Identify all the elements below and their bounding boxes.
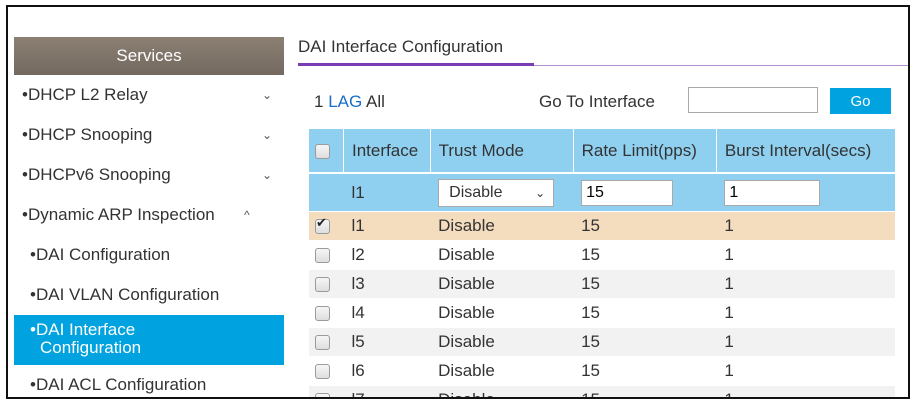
- go-button[interactable]: Go: [830, 88, 891, 114]
- cell-rate-limit: 15: [573, 327, 717, 357]
- sidebar-subitem-dai-interface-configuration[interactable]: •DAI Interface Configuration: [14, 315, 284, 365]
- table-row[interactable]: l4 Disable 15 1: [309, 298, 895, 328]
- cell-rate-limit: 15: [573, 385, 717, 397]
- interface-filter: 1 LAG All: [314, 89, 385, 115]
- cell-burst-interval: 1: [716, 356, 895, 386]
- cell-interface: l1: [343, 211, 431, 241]
- sidebar-subitem-dai-configuration[interactable]: •DAI Configuration: [14, 235, 284, 275]
- cell-interface: l7: [343, 385, 431, 397]
- cell-interface: l3: [343, 269, 431, 299]
- column-header-rate-limit[interactable]: Rate Limit(pps): [573, 129, 717, 173]
- page-title: DAI Interface Configuration: [298, 37, 504, 56]
- trust-mode-select[interactable]: Disable ⌄: [438, 178, 555, 207]
- sidebar-subitem-label-line1: DAI Interface: [35, 320, 136, 339]
- cell-rate-limit: 15: [573, 356, 717, 386]
- cell-trust-mode: Disable: [430, 269, 574, 299]
- sidebar-subitem-dai-acl-configuration[interactable]: •DAI ACL Configuration: [14, 365, 284, 397]
- sidebar-item-dhcp-snooping[interactable]: •DHCP Snooping ⌄: [14, 115, 284, 155]
- app-frame: Services •DHCP L2 Relay ⌄ •DHCP Snooping…: [6, 5, 910, 399]
- cell-trust-mode: Disable: [430, 211, 574, 241]
- table-row[interactable]: l6 Disable 15 1: [309, 356, 895, 386]
- sidebar-item-label: Dynamic ARP Inspection: [27, 205, 215, 224]
- sidebar: Services •DHCP L2 Relay ⌄ •DHCP Snooping…: [14, 37, 284, 397]
- goto-interface-label: Go To Interface: [539, 92, 655, 111]
- cell-burst-interval: 1: [716, 327, 895, 357]
- rate-limit-input[interactable]: [581, 179, 674, 206]
- title-underline: [298, 63, 534, 66]
- sidebar-subitem-dai-vlan-configuration[interactable]: •DAI VLAN Configuration: [14, 275, 284, 315]
- trust-mode-value: Disable: [449, 183, 503, 201]
- row-checkbox[interactable]: [315, 393, 330, 397]
- cell-rate-limit: 15: [573, 269, 717, 299]
- sidebar-header: Services: [14, 37, 284, 75]
- table-edit-row: l1 Disable ⌄: [309, 172, 895, 212]
- cell-burst-interval: 1: [716, 211, 895, 241]
- burst-interval-input[interactable]: [724, 179, 821, 206]
- cell-interface: l4: [343, 298, 431, 328]
- sidebar-item-label: DHCP L2 Relay: [27, 85, 148, 104]
- cell-rate-limit: 15: [573, 240, 717, 270]
- dai-interface-table: Interface Trust Mode Rate Limit(pps) Bur…: [309, 129, 895, 397]
- cell-burst-interval: 1: [716, 269, 895, 299]
- cell-rate-limit: 15: [573, 298, 717, 328]
- cell-trust-mode: Disable: [430, 356, 574, 386]
- sidebar-item-dhcp-l2-relay[interactable]: •DHCP L2 Relay ⌄: [14, 75, 284, 115]
- sidebar-subitem-label: DAI ACL Configuration: [35, 375, 207, 394]
- sidebar-item-label: DHCP Snooping: [27, 125, 153, 144]
- table-row[interactable]: l2 Disable 15 1: [309, 240, 895, 270]
- cell-burst-interval: 1: [716, 240, 895, 270]
- chevron-down-icon: ⌄: [535, 185, 546, 200]
- row-checkbox[interactable]: [315, 364, 330, 380]
- row-checkbox[interactable]: [315, 216, 330, 235]
- cell-trust-mode: Disable: [430, 298, 574, 328]
- edit-interface: l1: [343, 172, 431, 212]
- cell-trust-mode: Disable: [430, 385, 574, 397]
- filter-lag-link[interactable]: LAG: [328, 92, 362, 111]
- cell-interface: l5: [343, 327, 431, 357]
- select-all-checkbox[interactable]: [315, 143, 330, 159]
- cell-interface: l2: [343, 240, 431, 270]
- row-checkbox[interactable]: [315, 277, 330, 293]
- filter-unit-1[interactable]: 1: [314, 92, 323, 111]
- cell-burst-interval: 1: [716, 385, 895, 397]
- column-header-burst-interval[interactable]: Burst Interval(secs): [716, 129, 895, 173]
- table-row[interactable]: l5 Disable 15 1: [309, 327, 895, 357]
- chevron-down-icon[interactable]: ⌄: [262, 75, 272, 115]
- select-all-cell: [309, 129, 344, 173]
- row-checkbox[interactable]: [315, 306, 330, 322]
- sidebar-subitem-label-line2: Configuration: [40, 338, 142, 357]
- chevron-down-icon[interactable]: ⌄: [262, 155, 272, 195]
- cell-trust-mode: Disable: [430, 327, 574, 357]
- cell-trust-mode: Disable: [430, 240, 574, 270]
- chevron-up-icon[interactable]: ^: [244, 195, 250, 235]
- table-header-row: Interface Trust Mode Rate Limit(pps) Bur…: [309, 129, 895, 173]
- row-checkbox[interactable]: [315, 335, 330, 351]
- row-checkbox[interactable]: [315, 248, 330, 264]
- cell-interface: l6: [343, 356, 431, 386]
- chevron-down-icon[interactable]: ⌄: [262, 115, 272, 155]
- cell-rate-limit: 15: [573, 211, 717, 241]
- sidebar-subitem-label: DAI Configuration: [35, 245, 171, 264]
- goto-interface-input[interactable]: [688, 87, 818, 113]
- column-header-trust-mode[interactable]: Trust Mode: [430, 129, 574, 173]
- sidebar-item-dynamic-arp-inspection[interactable]: •Dynamic ARP Inspection ^: [14, 195, 284, 235]
- table-row[interactable]: l3 Disable 15 1: [309, 269, 895, 299]
- filter-all[interactable]: All: [366, 92, 385, 111]
- column-header-interface[interactable]: Interface: [343, 129, 431, 173]
- sidebar-item-dhcpv6-snooping[interactable]: •DHCPv6 Snooping ⌄: [14, 155, 284, 195]
- cell-burst-interval: 1: [716, 298, 895, 328]
- sidebar-item-label: DHCPv6 Snooping: [27, 165, 171, 184]
- sidebar-subitem-label: DAI VLAN Configuration: [35, 285, 220, 304]
- table-row[interactable]: l7 Disable 15 1: [309, 385, 895, 397]
- table-row[interactable]: l1 Disable 15 1: [309, 211, 895, 241]
